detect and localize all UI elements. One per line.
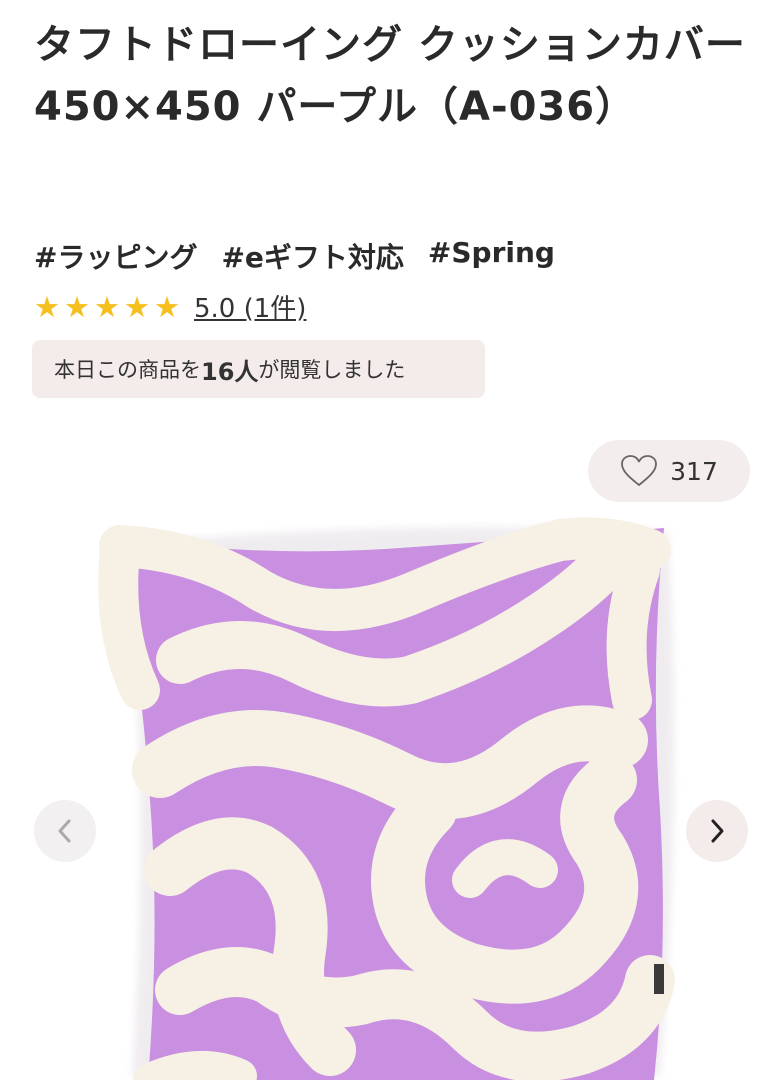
rating-row: ★ ★ ★ ★ ★ 5.0 (1件) xyxy=(34,288,306,325)
viewer-suffix: が閲覧しました xyxy=(258,358,406,382)
tag-egift[interactable]: #eギフト対応 xyxy=(221,236,403,276)
rating-stars: ★ ★ ★ ★ ★ xyxy=(34,289,180,325)
tag-spring[interactable]: #Spring xyxy=(428,236,555,276)
star-icon: ★ xyxy=(94,289,120,324)
product-title: タフトドローイング クッションカバー 450×450 パープル（A-036） xyxy=(34,22,746,130)
star-icon: ★ xyxy=(34,289,60,324)
gallery-next-button[interactable] xyxy=(686,800,748,862)
star-icon: ★ xyxy=(124,289,150,324)
product-image xyxy=(98,517,675,1084)
star-icon: ★ xyxy=(64,289,90,324)
star-icon: ★ xyxy=(154,289,180,324)
viewer-prefix: 本日この商品を xyxy=(54,358,201,382)
heart-outline-icon xyxy=(621,455,658,486)
viewer-count-banner: 本日この商品を 16人 が閲覧しました xyxy=(32,340,485,398)
chevron-right-icon xyxy=(711,819,724,843)
favorite-count: 317 xyxy=(670,456,718,486)
product-image-area[interactable] xyxy=(0,510,782,1084)
chevron-left-icon xyxy=(58,819,71,843)
tag-wrapping[interactable]: #ラッピング xyxy=(34,236,197,276)
tag-list: #ラッピング #eギフト対応 #Spring xyxy=(34,236,555,276)
gallery-prev-button[interactable] xyxy=(34,800,96,862)
viewer-count: 16人 xyxy=(201,357,259,386)
favorite-button[interactable]: 317 xyxy=(588,440,750,502)
review-link[interactable]: 5.0 (1件) xyxy=(194,288,306,325)
